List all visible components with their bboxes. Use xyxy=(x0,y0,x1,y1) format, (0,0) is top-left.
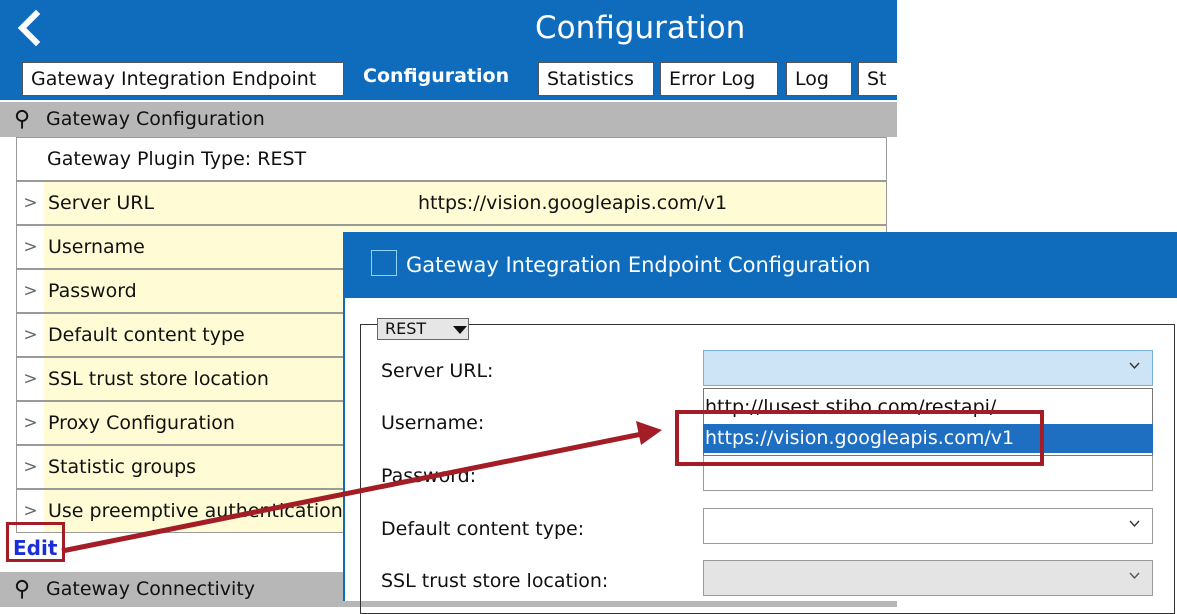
dropdown-caret-icon xyxy=(453,326,467,334)
plugin-type-text: Gateway Plugin Type: REST xyxy=(47,148,307,170)
dialog-title: Gateway Integration Endpoint Configurati… xyxy=(406,253,871,277)
chevron-down-icon xyxy=(1129,520,1140,528)
section-header-gateway-configuration[interactable]: ⚲ Gateway Configuration xyxy=(0,102,897,137)
property-name: Server URL xyxy=(44,182,419,224)
property-row-server-url[interactable]: > Server URL https://vision.googleapis.c… xyxy=(16,181,887,225)
tab-log[interactable]: Log xyxy=(786,62,852,96)
highlight-box-edit xyxy=(6,522,65,562)
expand-arrow-icon[interactable]: > xyxy=(17,314,45,356)
chevron-down-icon xyxy=(1129,362,1140,370)
expand-arrow-icon[interactable]: > xyxy=(17,446,45,488)
tab-gateway-integration-endpoint[interactable]: Gateway Integration Endpoint xyxy=(22,62,344,96)
highlight-box-selected-option xyxy=(675,410,1044,466)
server-url-label: Server URL: xyxy=(381,360,494,382)
username-label: Username: xyxy=(381,412,485,434)
expand-arrow-icon[interactable]: > xyxy=(17,226,45,268)
tab-statistics[interactable]: Statistics xyxy=(538,62,654,96)
plugin-type-row: Gateway Plugin Type: REST xyxy=(16,137,887,181)
plugin-type-value: REST xyxy=(385,319,427,338)
expand-arrow-icon[interactable]: > xyxy=(17,270,45,312)
pin-icon: ⚲ xyxy=(14,107,31,132)
server-url-combobox[interactable] xyxy=(703,350,1153,386)
default-content-type-combobox[interactable] xyxy=(703,508,1153,544)
property-value: https://vision.googleapis.com/v1 xyxy=(414,182,886,224)
page-title: Configuration xyxy=(535,10,746,46)
section-title: Gateway Configuration xyxy=(46,108,265,130)
pin-icon: ⚲ xyxy=(14,577,31,602)
expand-arrow-icon[interactable]: > xyxy=(17,358,45,400)
tab-error-log[interactable]: Error Log xyxy=(660,62,778,96)
password-label: Password: xyxy=(381,465,477,487)
dialog-window-icon xyxy=(371,250,397,276)
default-content-type-label: Default content type: xyxy=(381,518,585,540)
chevron-down-icon xyxy=(1129,572,1140,580)
tab-overflow[interactable]: St xyxy=(858,62,897,96)
back-button[interactable] xyxy=(10,6,50,50)
section-title: Gateway Connectivity xyxy=(46,578,256,600)
back-chevron-icon xyxy=(17,9,41,47)
tab-configuration[interactable]: Configuration xyxy=(348,59,528,96)
expand-arrow-icon[interactable]: > xyxy=(17,402,45,444)
expand-arrow-icon[interactable]: > xyxy=(17,182,45,224)
ssl-trust-store-combobox[interactable] xyxy=(703,560,1153,596)
ssl-trust-store-label: SSL trust store location: xyxy=(381,570,609,592)
